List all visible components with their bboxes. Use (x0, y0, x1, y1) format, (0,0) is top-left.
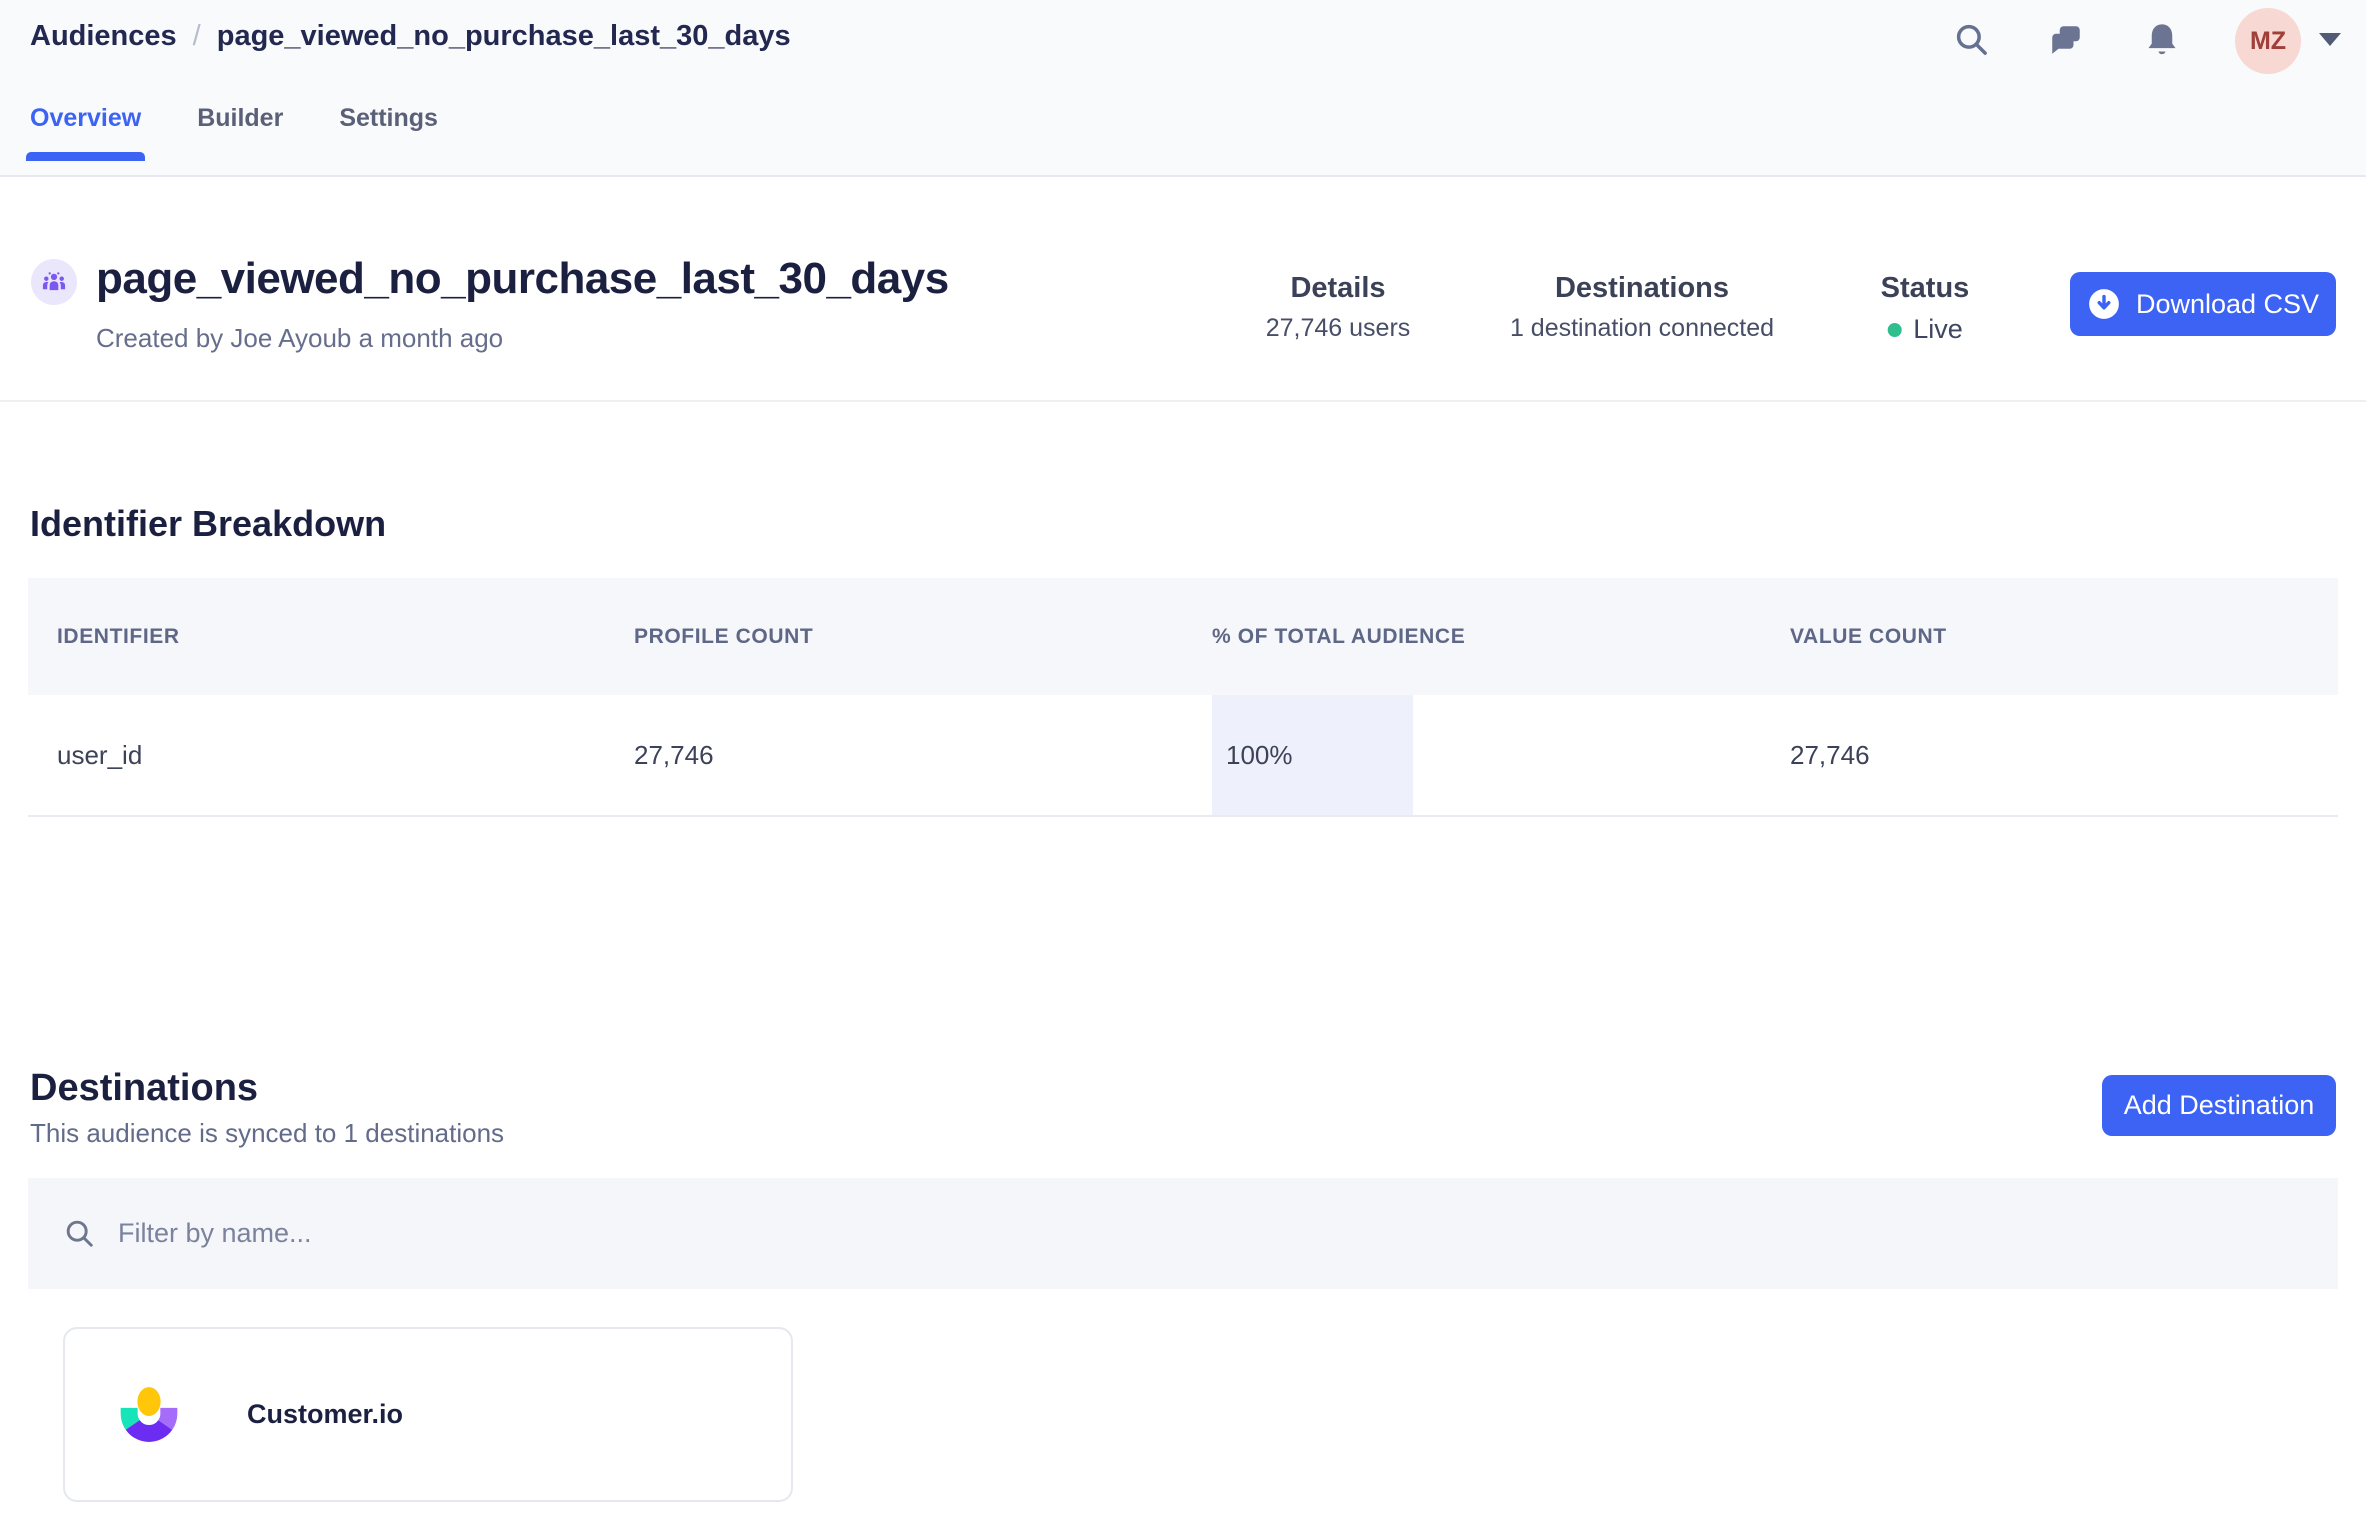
download-csv-label: Download CSV (2136, 289, 2319, 320)
cell-identifier: user_id (28, 695, 605, 815)
chat-icon[interactable] (2044, 18, 2088, 62)
audience-overview-page: Audiences / page_viewed_no_purchase_last… (0, 0, 2366, 1516)
page-title: page_viewed_no_purchase_last_30_days (96, 254, 949, 304)
meta-destinations: Destinations 1 destination connected (1510, 272, 1774, 343)
download-csv-button[interactable]: Download CSV (2070, 272, 2336, 336)
meta-status: Status Live (1881, 272, 1970, 345)
cell-profile-count: 27,746 (605, 695, 1183, 815)
meta-details-value: 27,746 users (1266, 314, 1411, 343)
filter-by-name-input[interactable] (118, 1178, 2338, 1289)
user-avatar[interactable]: MZ (2235, 8, 2301, 74)
table-header-row: Identifier Profile Count % of Total Audi… (28, 578, 2338, 695)
cell-pct-of-total: 100% (1183, 695, 1761, 815)
meta-details-label: Details (1266, 272, 1411, 305)
column-header-profile-count: Profile Count (605, 625, 1183, 649)
identifier-breakdown-title: Identifier Breakdown (30, 503, 386, 545)
tab-bar: Overview Builder Settings (30, 104, 438, 161)
breadcrumb-audiences-link[interactable]: Audiences (30, 20, 177, 53)
meta-destinations-label: Destinations (1510, 272, 1774, 305)
account-menu-chevron-down-icon[interactable] (2319, 33, 2341, 46)
meta-status-label: Status (1881, 272, 1970, 305)
column-header-identifier: Identifier (28, 625, 605, 649)
cell-value-count: 27,746 (1761, 695, 2338, 815)
people-group-icon (40, 268, 68, 296)
destinations-filter-bar (28, 1178, 2338, 1289)
destination-card-customerio[interactable]: Customer.io (63, 1327, 793, 1502)
breadcrumb-separator: / (193, 20, 201, 53)
download-icon (2087, 287, 2121, 321)
add-destination-button[interactable]: Add Destination (2102, 1075, 2336, 1136)
tab-settings[interactable]: Settings (339, 104, 438, 161)
customerio-logo-icon (115, 1378, 183, 1452)
destination-name: Customer.io (247, 1399, 403, 1430)
tab-builder[interactable]: Builder (197, 104, 283, 161)
meta-status-value: Live (1913, 314, 1963, 345)
bell-icon[interactable] (2140, 18, 2184, 62)
meta-details: Details 27,746 users (1266, 272, 1411, 343)
add-destination-label: Add Destination (2124, 1090, 2315, 1121)
column-header-pct-of-total-audience: % of Total Audience (1183, 625, 1761, 649)
audience-icon-badge (31, 259, 77, 305)
meta-destinations-value: 1 destination connected (1510, 314, 1774, 343)
destinations-section-title: Destinations (30, 1067, 258, 1110)
top-header-bar: Audiences / page_viewed_no_purchase_last… (0, 0, 2366, 177)
filter-search-icon (62, 1216, 98, 1252)
pct-highlight-bar: 100% (1212, 695, 1413, 815)
identifier-breakdown-table: Identifier Profile Count % of Total Audi… (28, 578, 2338, 817)
user-avatar-initials: MZ (2250, 27, 2286, 56)
destinations-section-subtitle: This audience is synced to 1 destination… (30, 1118, 504, 1149)
page-subtitle-created-by: Created by Joe Ayoub a month ago (96, 323, 503, 354)
breadcrumb-current-audience: page_viewed_no_purchase_last_30_days (217, 20, 791, 53)
tab-overview[interactable]: Overview (30, 104, 141, 161)
table-row: user_id 27,746 100% 27,746 (28, 695, 2338, 817)
column-header-value-count: Value Count (1761, 625, 2338, 649)
search-icon[interactable] (1950, 18, 1994, 62)
breadcrumb: Audiences / page_viewed_no_purchase_last… (30, 20, 791, 53)
status-live-dot (1887, 323, 1901, 337)
header-divider (0, 400, 2366, 402)
